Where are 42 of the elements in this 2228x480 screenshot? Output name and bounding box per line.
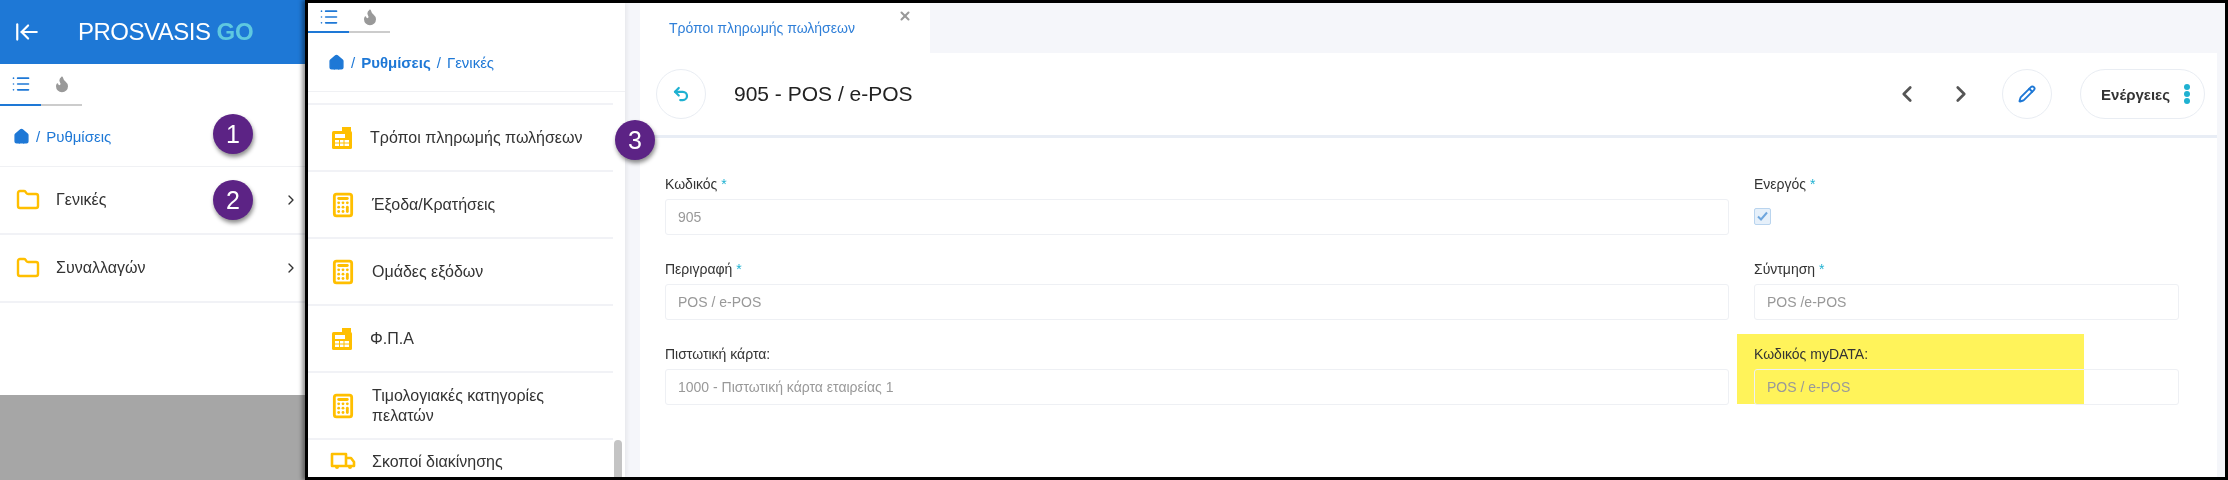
undo-icon <box>672 85 690 103</box>
close-icon[interactable] <box>898 9 912 23</box>
settings-item[interactable]: Τρόποι πληρωμής πωλήσεων <box>308 103 613 170</box>
pencil-icon <box>2018 85 2037 103</box>
field-label: Περιγραφή * <box>665 261 743 277</box>
field-label: Ενεργός * <box>1754 176 1817 192</box>
home-icon[interactable] <box>328 53 345 71</box>
list-icon <box>318 7 339 27</box>
record-title: 905 - POS / e-POS <box>734 82 914 106</box>
field-label: Σύντμηση * <box>1754 261 1826 277</box>
breadcrumb-link[interactable]: Ρυθμίσεις <box>46 127 112 145</box>
cash-register-icon <box>330 125 354 150</box>
edit-button[interactable] <box>2002 69 2053 119</box>
settings-item[interactable]: Φ.Π.Α <box>308 304 613 371</box>
field-label: Κωδικός myDATA: <box>1754 346 1870 362</box>
actions-button[interactable]: Ενέργειες <box>2080 69 2205 119</box>
settings-item[interactable]: Έξοδα/Κρατήσεις <box>308 170 613 237</box>
calculator-icon <box>330 392 356 419</box>
breadcrumb-separator: / <box>436 53 441 71</box>
scrollbar-thumb[interactable] <box>614 440 622 477</box>
calculator-icon <box>330 191 356 218</box>
home-icon[interactable] <box>13 127 30 145</box>
list-icon <box>10 74 31 94</box>
kebab-icon <box>2184 84 2190 104</box>
calculator-icon <box>330 258 356 285</box>
folder-icon <box>16 188 40 212</box>
breadcrumb-separator: / <box>351 53 356 71</box>
settings-item[interactable]: Ομάδες εξόδων <box>308 237 613 304</box>
folder-icon <box>16 256 40 280</box>
field-label: Κωδικός * <box>665 176 728 192</box>
settings-item[interactable]: Τιμολογιακές κατηγορίες πελατών <box>308 371 613 438</box>
document-tab[interactable]: Τρόποι πληρωμής πωλήσεων <box>640 3 930 53</box>
brand-logo: PROSVASIS GO <box>78 18 254 46</box>
back-button[interactable] <box>656 69 706 119</box>
breadcrumb-separator: / <box>36 127 41 145</box>
truck-icon <box>330 452 356 470</box>
settings-item[interactable]: Σκοποί διακίνησης <box>308 438 613 477</box>
breadcrumb-link[interactable]: Γενικές <box>446 53 495 71</box>
breadcrumb-link[interactable]: Ρυθμίσεις <box>361 53 431 71</box>
field-label: Πιστωτική κάρτα: <box>665 346 772 362</box>
checkbox[interactable] <box>1754 207 1771 225</box>
cash-register-icon <box>330 326 354 351</box>
